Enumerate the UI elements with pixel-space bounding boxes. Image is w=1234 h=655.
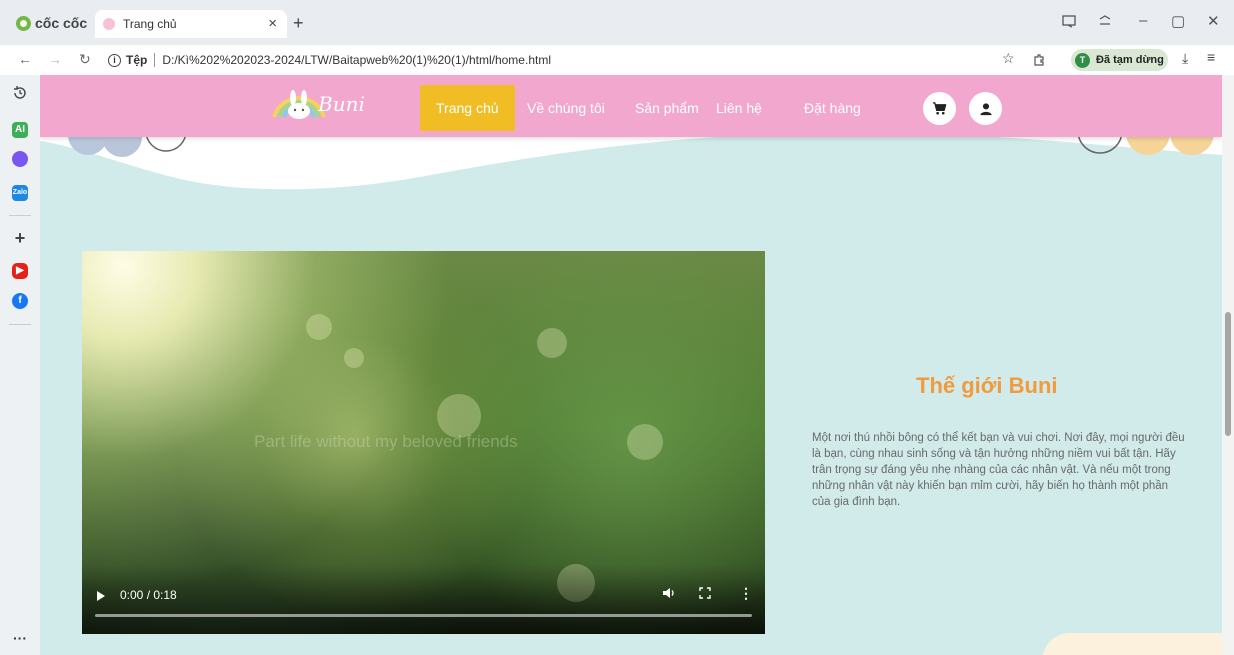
address-divider [154, 53, 156, 67]
menu-contact[interactable]: Liên hệ [700, 85, 778, 131]
video-controls-shade [82, 564, 765, 634]
history-icon[interactable] [12, 85, 28, 101]
site-header: Buni Trang chủ Về chúng tôi Sản phẩm Liê… [40, 75, 1222, 137]
cart-button[interactable] [923, 92, 956, 125]
site-logo-text[interactable]: Buni [318, 92, 365, 116]
minimize-button[interactable]: – [1139, 12, 1147, 29]
add-sidebar-app-icon[interactable]: + [12, 229, 28, 247]
menu-home[interactable]: Trang chủ [420, 85, 515, 131]
youtube-icon[interactable]: ▶ [12, 263, 28, 279]
restore-button[interactable]: ▢ [1171, 12, 1185, 30]
sidebar-divider [9, 324, 31, 325]
browser-titlebar: cốc cốc Trang chủ × + – ▢ ✕ [0, 0, 1234, 45]
bokeh-light [627, 424, 663, 460]
video-progress-bar[interactable] [95, 614, 752, 617]
profile-avatar: T [1075, 52, 1090, 68]
menu-about[interactable]: Về chúng tôi [511, 85, 621, 131]
reload-button[interactable]: ↻ [79, 51, 91, 68]
user-icon [979, 102, 992, 115]
tab-home[interactable]: Trang chủ × [95, 10, 287, 38]
bokeh-light [537, 328, 567, 358]
fullscreen-icon[interactable] [699, 587, 711, 599]
download-icon[interactable]: ⤓ [1182, 50, 1188, 67]
video-time: 0:00 / 0:18 [120, 588, 177, 602]
menu-icon[interactable]: ≡ [1207, 49, 1215, 65]
coccoc-logo-icon [16, 15, 31, 31]
forward-button[interactable]: → [48, 51, 62, 67]
section-title: Thế giới Buni [916, 373, 1058, 398]
cart-icon [932, 102, 947, 115]
messenger-icon[interactable] [12, 151, 28, 167]
bokeh-light [306, 314, 332, 340]
video-player[interactable]: Part life without my beloved friends 0:0… [82, 251, 765, 634]
profile-status: Đã tạm dừng [1096, 54, 1164, 66]
video-more-options-icon[interactable]: ⋮ [739, 585, 753, 602]
new-tab-button[interactable]: + [293, 13, 304, 34]
bookmark-icon[interactable]: ☆ [1002, 50, 1015, 67]
facebook-icon[interactable]: f [12, 293, 28, 309]
address-scheme-label: Tệp [126, 53, 148, 67]
sidebar-divider [9, 215, 31, 216]
volume-icon[interactable] [662, 587, 676, 599]
profile-button[interactable]: T Đã tạm dừng [1071, 49, 1168, 71]
video-caption: Part life without my beloved friends [254, 432, 518, 451]
account-button[interactable] [969, 92, 1002, 125]
menu-order[interactable]: Đặt hàng [788, 85, 877, 131]
back-button[interactable]: ← [18, 51, 32, 67]
browser-sidebar: AI Zalo + ▶ f ··· [0, 75, 40, 655]
site-info-icon[interactable]: i [108, 53, 121, 67]
tab-title: Trang chủ [123, 17, 177, 31]
address-url[interactable]: D:/Kì%202%202023-2024/LTW/Baitapweb%20(1… [162, 53, 551, 67]
footer-cream-decoration [1042, 633, 1222, 655]
section-description: Một nơi thú nhồi bông có thể kết bạn và … [812, 432, 1185, 508]
tab-favicon-icon [103, 18, 115, 30]
sidebar-toggle-icon[interactable] [1062, 14, 1076, 28]
web-page: Buni Trang chủ Về chúng tôi Sản phẩm Liê… [40, 75, 1222, 655]
page-scrollbar-thumb[interactable] [1225, 312, 1231, 436]
ai-assistant-icon[interactable]: AI [12, 122, 28, 138]
zalo-icon[interactable]: Zalo [12, 185, 28, 201]
sidebar-more-icon[interactable]: ··· [12, 630, 28, 646]
browser-brand[interactable]: cốc cốc [16, 15, 87, 31]
address-bar[interactable]: i Tệp D:/Kì%202%202023-2024/LTW/Baitapwe… [108, 48, 1028, 72]
extension-puzzle-icon[interactable] [1032, 53, 1046, 67]
close-window-button[interactable]: ✕ [1207, 12, 1220, 30]
tab-close-icon[interactable]: × [268, 15, 277, 32]
play-icon[interactable] [97, 591, 105, 601]
bokeh-light [344, 348, 364, 368]
browser-toolbar: ← → ↻ i Tệp D:/Kì%202%202023-2024/LTW/Ba… [0, 45, 1234, 75]
browser-brand-label: cốc cốc [35, 15, 88, 31]
extensions-icon[interactable] [1098, 14, 1112, 28]
